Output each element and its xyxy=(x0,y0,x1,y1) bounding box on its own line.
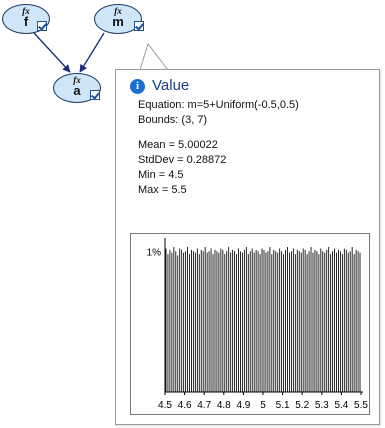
x-tick-label: 5.1 xyxy=(276,400,290,411)
model-diagram-canvas: fx f fx m fx a i Value Equation: m=5+Uni… xyxy=(0,0,385,428)
equation-text: Equation: m=5+Uniform(-0.5,0.5) xyxy=(138,99,299,111)
x-tick-label: 5.5 xyxy=(354,400,368,411)
info-icon: i xyxy=(130,79,145,94)
x-tick-label: 5 xyxy=(260,400,266,411)
y-tick-label: 1% xyxy=(147,247,162,258)
bounds-text: Bounds: (3, 7) xyxy=(138,114,208,126)
histogram-svg: 1% 4.5 4.6 4.7 4.8 4.9 5 5.1 5.2 5.3 5.4 5.5 xyxy=(147,238,368,411)
max-text: Max = 5.5 xyxy=(138,184,187,196)
x-tick-label: 4.7 xyxy=(197,400,211,411)
x-tick-label: 5.2 xyxy=(295,400,309,411)
value-popup: i Value Equation: m=5+Uniform(-0.5,0.5) … xyxy=(115,69,380,425)
x-tick-label: 4.9 xyxy=(236,400,250,411)
popup-title: Value xyxy=(152,77,190,94)
x-tick-label: 5.3 xyxy=(315,400,329,411)
x-tick-label: 4.5 xyxy=(158,400,172,411)
x-tick-label: 4.6 xyxy=(178,400,192,411)
mean-text: Mean = 5.00022 xyxy=(138,139,218,151)
x-tick-label: 5.4 xyxy=(334,400,348,411)
stddev-text: StdDev = 0.28872 xyxy=(138,154,227,166)
x-tick-label: 4.8 xyxy=(217,400,231,411)
distribution-chart: 1% 4.5 4.6 4.7 4.8 4.9 5 5.1 5.2 5.3 5.4 5.5 xyxy=(130,233,370,415)
min-text: Min = 4.5 xyxy=(138,169,184,181)
